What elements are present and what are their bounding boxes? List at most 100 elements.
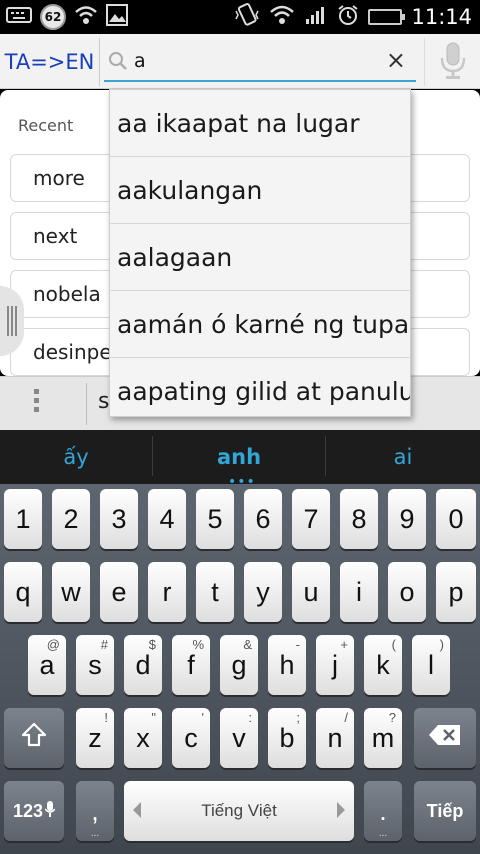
- key-alt-char: ': [201, 710, 204, 725]
- wifi-signal-icon: [269, 4, 295, 30]
- recent-label: Recent: [18, 116, 74, 135]
- key-char: s: [88, 649, 102, 680]
- signal-icon: [304, 5, 328, 29]
- key-l[interactable]: l): [412, 635, 450, 695]
- key-y[interactable]: y: [244, 562, 282, 622]
- search-input[interactable]: [134, 46, 374, 76]
- backspace-key[interactable]: [414, 708, 476, 768]
- key-char: z: [88, 722, 102, 753]
- key-char: a: [39, 649, 55, 680]
- key-r[interactable]: r: [148, 562, 186, 622]
- key-3[interactable]: 3: [100, 489, 138, 549]
- wifi-icon: [74, 4, 98, 30]
- chevron-right-icon: [336, 801, 346, 824]
- candidate-word[interactable]: ấy: [0, 430, 152, 484]
- candidate-word[interactable]: ai: [326, 430, 480, 484]
- voice-search-button[interactable]: [424, 38, 480, 86]
- key-v[interactable]: v:: [220, 708, 258, 768]
- key-char: g: [231, 649, 247, 680]
- key-b[interactable]: b;: [268, 708, 306, 768]
- status-bar: 62 11:14: [0, 0, 480, 34]
- key-g[interactable]: g &: [220, 635, 258, 695]
- key-alt-char: ): [439, 637, 444, 652]
- key-k[interactable]: k(: [364, 635, 402, 695]
- key-7[interactable]: 7: [292, 489, 330, 549]
- key-6[interactable]: 6: [244, 489, 282, 549]
- key-h[interactable]: h-: [268, 635, 306, 695]
- bottom-bar-text: s: [98, 389, 110, 414]
- suggestion-item[interactable]: aamán ó karné ng tupa: [110, 291, 410, 358]
- key-9[interactable]: 9: [388, 489, 426, 549]
- shift-key[interactable]: [4, 708, 64, 768]
- key-alt-char: +: [340, 637, 348, 652]
- key-d[interactable]: d $: [124, 635, 162, 695]
- key-1[interactable]: 1: [4, 489, 42, 549]
- key-char: m: [371, 722, 395, 753]
- key-char: d: [135, 649, 151, 680]
- key-alt-char: %: [192, 637, 204, 652]
- key-x[interactable]: x ": [124, 708, 162, 768]
- key-char: n: [327, 722, 343, 753]
- key-q[interactable]: q: [4, 562, 42, 622]
- key-e[interactable]: e: [100, 562, 138, 622]
- divider: [86, 383, 87, 425]
- key-c[interactable]: c ': [172, 708, 210, 768]
- key-char: v: [232, 722, 246, 753]
- key-z[interactable]: z!: [76, 708, 114, 768]
- key-a[interactable]: a @: [28, 635, 66, 695]
- key-s[interactable]: s #: [76, 635, 114, 695]
- key-i[interactable]: i: [340, 562, 378, 622]
- symbols-mode-key[interactable]: 123: [4, 781, 64, 841]
- key-char: k: [376, 649, 390, 680]
- key-n[interactable]: n /: [316, 708, 354, 768]
- chevron-left-icon: [132, 801, 142, 824]
- period-key[interactable]: ....: [364, 781, 402, 841]
- suggestion-item[interactable]: aalagaan: [110, 224, 410, 291]
- key-j[interactable]: j +: [316, 635, 354, 695]
- key-t[interactable]: t: [196, 562, 234, 622]
- key-char: c: [184, 722, 198, 753]
- language-pair-button[interactable]: TA=>EN: [0, 38, 100, 86]
- key-2[interactable]: 2: [52, 489, 90, 549]
- keyboard: 1 2 3 4 5 6 7 8 9 0 q w e r t y u i o p …: [0, 484, 480, 854]
- key-o[interactable]: o: [388, 562, 426, 622]
- key-p[interactable]: p: [436, 562, 476, 622]
- key-5[interactable]: 5: [196, 489, 234, 549]
- overflow-menu-icon[interactable]: [34, 389, 39, 412]
- shift-icon: [20, 721, 48, 756]
- mode-label: 123: [12, 800, 44, 821]
- key-alt-char: -: [295, 637, 300, 652]
- key-char: f: [187, 649, 195, 680]
- key-alt-char: @: [46, 637, 60, 652]
- key-w[interactable]: w: [52, 562, 90, 622]
- app-header: TA=>EN ×: [0, 34, 480, 89]
- search-box: ×: [104, 42, 416, 82]
- key-char: b: [279, 722, 295, 753]
- space-key[interactable]: Tiếng Việt: [124, 781, 354, 841]
- image-icon: [106, 4, 128, 30]
- suggestion-item[interactable]: aapating gilid at panulu: [110, 358, 410, 416]
- suggestion-item[interactable]: aa ikaapat na lugar: [110, 90, 410, 157]
- key-alt-char: &: [243, 637, 252, 652]
- microphone-icon: [438, 40, 468, 84]
- key-alt-char: (: [391, 637, 396, 652]
- key-alt-char: :: [248, 710, 252, 725]
- backspace-icon: [428, 723, 462, 754]
- key-char: ,: [91, 795, 99, 826]
- key-u[interactable]: u: [292, 562, 330, 622]
- key-4[interactable]: 4: [148, 489, 186, 549]
- key-char: x: [136, 722, 150, 753]
- key-0[interactable]: 0: [436, 489, 476, 549]
- key-f[interactable]: f%: [172, 635, 210, 695]
- key-8[interactable]: 8: [340, 489, 378, 549]
- comma-key[interactable]: ,...: [76, 781, 114, 841]
- clock: 11:14: [411, 5, 472, 29]
- candidate-bar: ấy anh ai •••: [0, 430, 480, 490]
- suggestion-item[interactable]: aakulangan: [110, 157, 410, 224]
- key-alt-char: !: [104, 710, 108, 725]
- enter-key[interactable]: Tiếp: [414, 781, 476, 841]
- key-m[interactable]: m?: [364, 708, 402, 768]
- clear-icon[interactable]: ×: [386, 46, 406, 74]
- microphone-icon: [44, 800, 56, 822]
- key-alt-char: $: [148, 637, 156, 652]
